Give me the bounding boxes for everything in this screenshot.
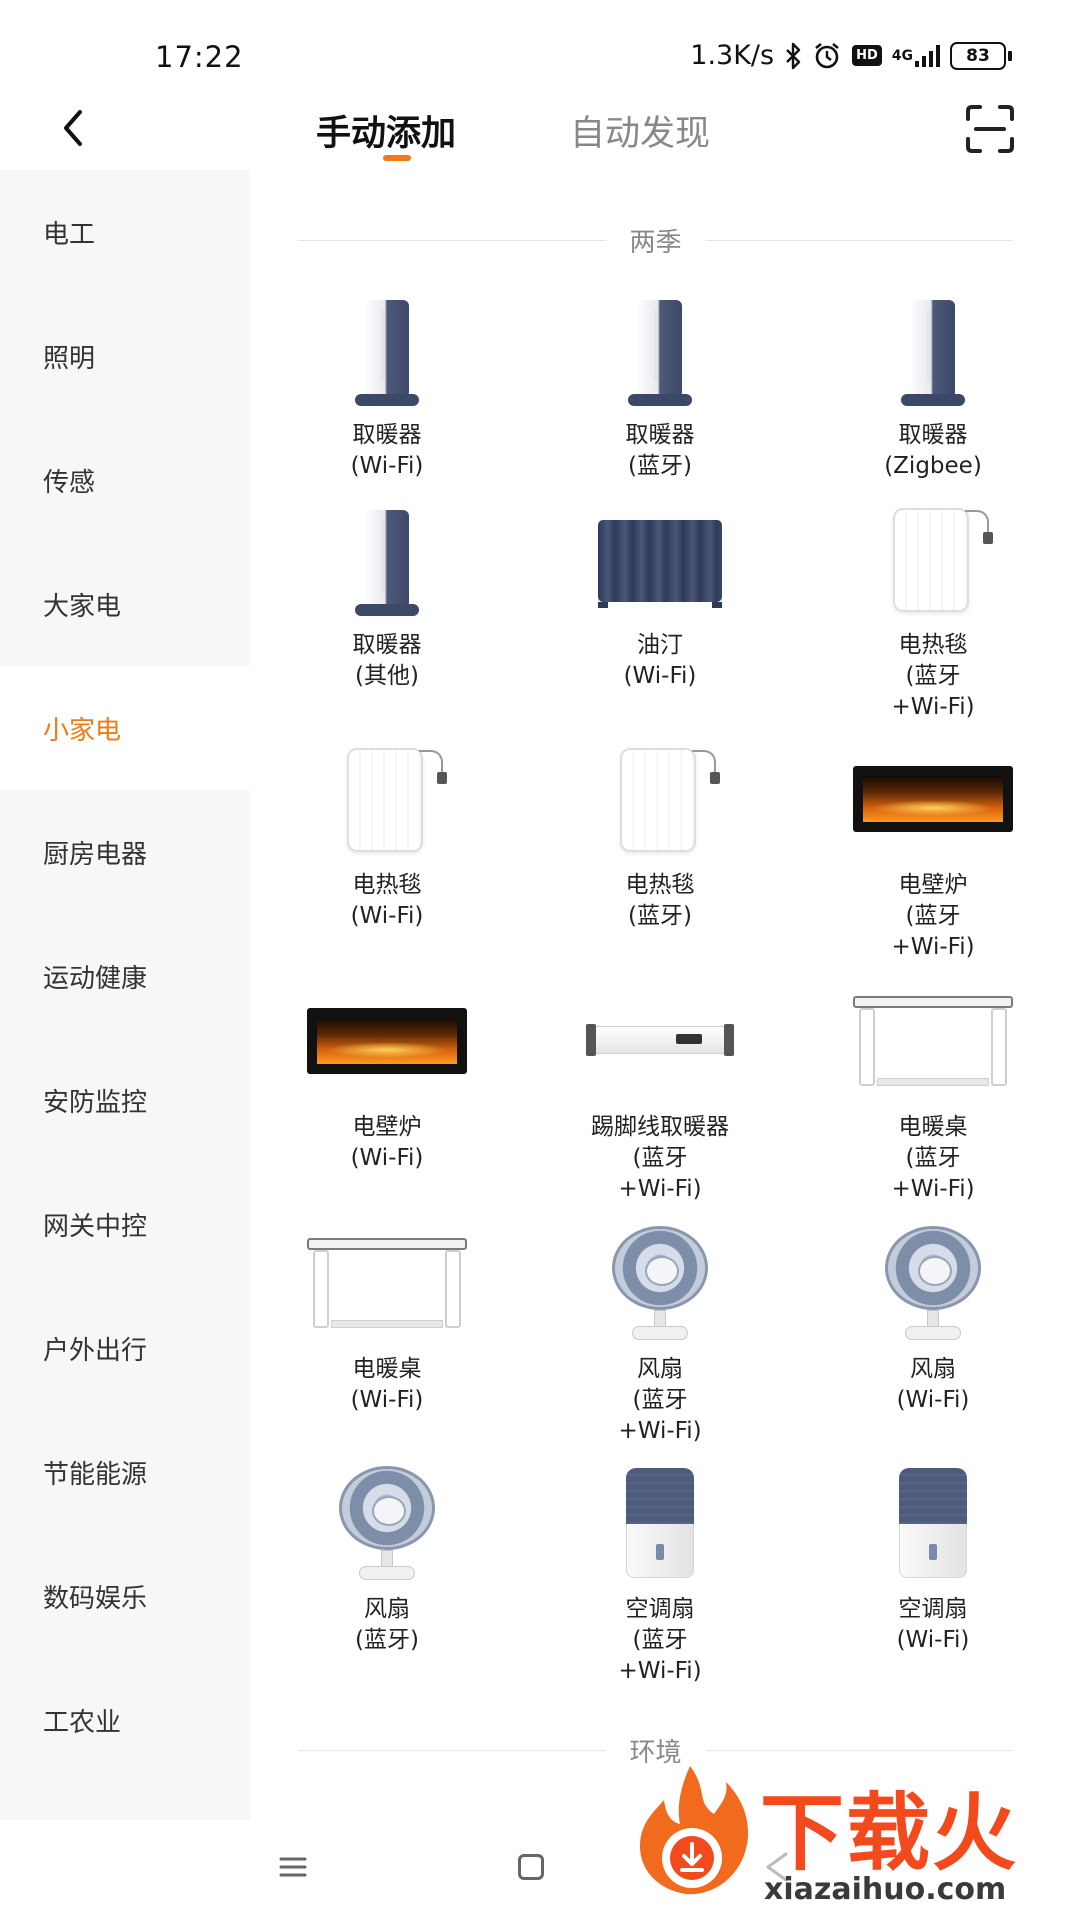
- signal-bars: [915, 44, 940, 67]
- device-item[interactable]: 电暖桌 (Wi-Fi): [272, 1224, 502, 1416]
- sidebar-item-gateway[interactable]: 网关中控: [0, 1162, 250, 1286]
- sidebar-item-industry-agriculture[interactable]: 工农业: [0, 1658, 250, 1782]
- tower-heater-icon: [307, 500, 467, 620]
- watermark-url: xiazaihuo.com: [764, 1872, 1007, 1907]
- device-name: 电热毯 (蓝牙 +Wi-Fi): [891, 632, 975, 720]
- sidebar-item-sensors[interactable]: 传感: [0, 418, 250, 542]
- electric-fireplace-icon: [853, 740, 1013, 860]
- recent-apps-button[interactable]: [278, 1852, 308, 1882]
- electric-blanket-icon: [853, 500, 1013, 620]
- sidebar-item-large-appliances[interactable]: 大家电: [0, 542, 250, 666]
- device-name: 电壁炉 (蓝牙 +Wi-Fi): [891, 872, 975, 960]
- device-name: 电热毯 (蓝牙): [625, 872, 695, 929]
- device-name: 取暖器 (其他): [352, 632, 422, 689]
- device-name: 空调扇 (Wi-Fi): [896, 1596, 970, 1653]
- top-bar: 手动添加 自动发现: [0, 95, 1080, 170]
- device-item[interactable]: 风扇 (Wi-Fi): [818, 1224, 1048, 1416]
- scan-icon: [966, 105, 1014, 153]
- network-speed: 1.3K/s: [690, 40, 775, 71]
- oil-heater-icon: [580, 500, 740, 620]
- device-name: 电壁炉 (Wi-Fi): [350, 1114, 424, 1171]
- sidebar-item-small-appliances[interactable]: 小家电: [0, 666, 250, 790]
- sidebar-item-energy[interactable]: 节能能源: [0, 1410, 250, 1534]
- section-header: 两季: [298, 220, 1014, 260]
- device-name: 油汀 (Wi-Fi): [623, 632, 697, 689]
- signal-icon: 4G: [891, 44, 940, 67]
- status-bar: 17:22 1.3K/s HD 4G 83: [0, 0, 1080, 100]
- back-button[interactable]: [48, 103, 98, 153]
- sidebar-item-outdoor[interactable]: 户外出行: [0, 1286, 250, 1410]
- baseboard-heater-icon: [580, 982, 740, 1102]
- device-item[interactable]: 电壁炉 (Wi-Fi): [272, 982, 502, 1174]
- device-item[interactable]: 取暖器 (Wi-Fi): [272, 290, 502, 482]
- device-item[interactable]: 电热毯 (蓝牙 +Wi-Fi): [818, 500, 1048, 723]
- battery-level: 83: [950, 41, 1006, 70]
- device-item[interactable]: 电壁炉 (蓝牙 +Wi-Fi): [818, 740, 1048, 963]
- device-name: 取暖器 (Zigbee): [884, 422, 982, 479]
- flame-logo-icon: [640, 1766, 749, 1895]
- device-item[interactable]: 空调扇 (蓝牙 +Wi-Fi): [545, 1464, 775, 1687]
- menu-icon: [279, 1857, 307, 1877]
- sidebar-item-electrician[interactable]: 电工: [0, 170, 250, 294]
- device-name: 空调扇 (蓝牙 +Wi-Fi): [618, 1596, 702, 1684]
- tab-manual-add[interactable]: 手动添加: [316, 105, 456, 156]
- tower-heater-icon: [580, 290, 740, 410]
- active-tab-indicator: [383, 155, 411, 161]
- sidebar-item-lighting[interactable]: 照明: [0, 294, 250, 418]
- sidebar-item-kitchen[interactable]: 厨房电器: [0, 790, 250, 914]
- alarm-icon: [812, 42, 842, 70]
- scan-button[interactable]: [964, 103, 1016, 155]
- electric-fireplace-icon: [307, 982, 467, 1102]
- heating-desk-icon: [853, 982, 1013, 1102]
- device-name: 电热毯 (Wi-Fi): [350, 872, 424, 929]
- device-name: 电暖桌 (蓝牙 +Wi-Fi): [891, 1114, 975, 1202]
- device-item[interactable]: 风扇 (蓝牙 +Wi-Fi): [545, 1224, 775, 1447]
- device-name: 风扇 (蓝牙 +Wi-Fi): [618, 1356, 702, 1444]
- status-time: 17:22: [155, 40, 244, 74]
- device-item[interactable]: 踢脚线取暖器 (蓝牙 +Wi-Fi): [545, 982, 775, 1205]
- home-button[interactable]: [518, 1854, 544, 1880]
- bluetooth-icon: [784, 42, 802, 70]
- device-item[interactable]: 电热毯 (Wi-Fi): [272, 740, 502, 932]
- device-item[interactable]: 电暖桌 (蓝牙 +Wi-Fi): [818, 982, 1048, 1205]
- device-list: 两季 取暖器 (Wi-Fi) 取暖器 (蓝牙) 取暖器 (Zigbee) 取暖器…: [250, 170, 1080, 1820]
- category-sidebar: 电工 照明 传感 大家电 小家电 厨房电器 运动健康 安防监控 网关中控 户外出…: [0, 170, 250, 1820]
- device-name: 取暖器 (蓝牙): [625, 422, 695, 479]
- device-item[interactable]: 取暖器 (Zigbee): [818, 290, 1048, 482]
- device-item[interactable]: 空调扇 (Wi-Fi): [818, 1464, 1048, 1656]
- chevron-left-icon: [64, 110, 82, 146]
- air-cooler-icon: [853, 1464, 1013, 1584]
- status-indicators: 1.3K/s HD 4G 83: [690, 40, 1012, 71]
- sidebar-item-fitness[interactable]: 运动健康: [0, 914, 250, 1038]
- device-item[interactable]: 风扇 (蓝牙): [272, 1464, 502, 1656]
- watermark-logo: 下载火 xiazaihuo.com: [630, 1760, 1060, 1920]
- signal-type-label: 4G: [891, 47, 913, 64]
- device-item[interactable]: 取暖器 (蓝牙): [545, 290, 775, 482]
- device-name: 风扇 (蓝牙): [355, 1596, 419, 1653]
- electric-blanket-icon: [580, 740, 740, 860]
- fan-icon: [307, 1464, 467, 1584]
- section-title: 两季: [629, 227, 682, 258]
- device-item[interactable]: 电热毯 (蓝牙): [545, 740, 775, 932]
- device-name: 踢脚线取暖器 (蓝牙 +Wi-Fi): [591, 1114, 729, 1202]
- device-name: 风扇 (Wi-Fi): [896, 1356, 970, 1413]
- device-name: 电暖桌 (Wi-Fi): [350, 1356, 424, 1413]
- device-item[interactable]: 取暖器 (其他): [272, 500, 502, 692]
- hd-voice-icon: HD: [852, 45, 882, 66]
- watermark-title: 下载火: [760, 1784, 1019, 1882]
- tower-heater-icon: [853, 290, 1013, 410]
- sidebar-item-security[interactable]: 安防监控: [0, 1038, 250, 1162]
- fan-icon: [853, 1224, 1013, 1344]
- tower-heater-icon: [307, 290, 467, 410]
- battery-icon: 83: [950, 41, 1012, 70]
- tab-auto-discover[interactable]: 自动发现: [570, 105, 710, 156]
- sidebar-item-digital-entertainment[interactable]: 数码娱乐: [0, 1534, 250, 1658]
- air-cooler-icon: [580, 1464, 740, 1584]
- heating-desk-icon: [307, 1224, 467, 1344]
- device-item[interactable]: 油汀 (Wi-Fi): [545, 500, 775, 692]
- device-name: 取暖器 (Wi-Fi): [350, 422, 424, 479]
- electric-blanket-icon: [307, 740, 467, 860]
- fan-icon: [580, 1224, 740, 1344]
